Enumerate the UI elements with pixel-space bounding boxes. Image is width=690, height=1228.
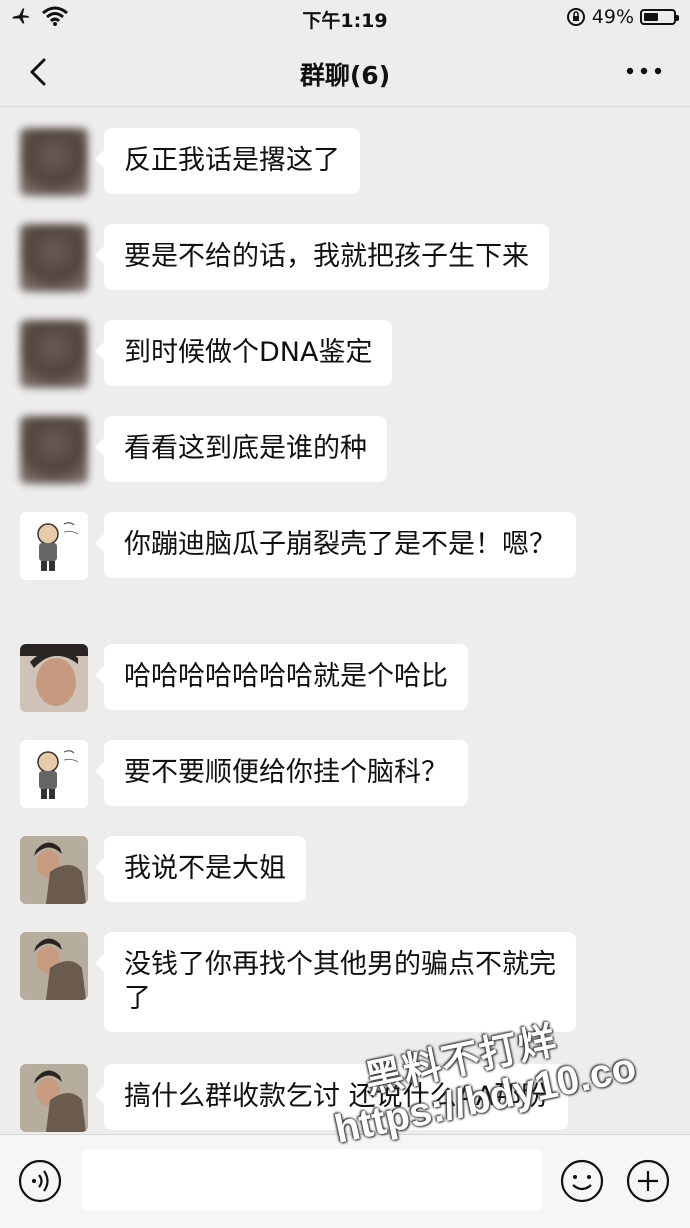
message-bubble[interactable]: 要是不给的话，我就把孩子生下来 — [95, 224, 549, 290]
message-bubble[interactable]: 哈哈哈哈哈哈哈就是个哈比 — [95, 644, 468, 710]
voice-icon[interactable] — [18, 1159, 62, 1203]
message-bubble[interactable]: 反正我话是撂这了 — [95, 128, 360, 194]
blurred-avatar[interactable] — [20, 224, 88, 292]
blurred-avatar[interactable] — [20, 128, 88, 196]
more-icon[interactable] — [624, 56, 664, 86]
man-dog-photo-icon — [20, 932, 88, 1000]
chat-title: 群聊(6) — [299, 61, 391, 90]
orientation-lock-icon — [566, 8, 585, 26]
message-list[interactable]: 反正我话是撂这了 要是不给的话，我就把孩子生下来 到时候做个DNA鉴定 看看这到… — [0, 108, 690, 1134]
message-bubble[interactable]: 看看这到底是谁的种 — [95, 416, 387, 482]
cartoon-avatar[interactable] — [20, 512, 88, 580]
man-avatar[interactable] — [20, 644, 88, 712]
input-bar — [0, 1134, 690, 1228]
blurred-avatar[interactable] — [20, 416, 88, 484]
battery-percent: 49% — [591, 6, 634, 28]
message-bubble[interactable]: 我说不是大姐 — [95, 836, 306, 902]
battery-fill — [644, 13, 658, 21]
emoji-icon[interactable] — [560, 1159, 604, 1203]
message-input[interactable] — [82, 1149, 542, 1211]
message-bubble[interactable]: 没钱了你再找个其他男的骗点不就完了 — [95, 932, 576, 1032]
man-face-icon — [20, 644, 88, 712]
message-bubble[interactable]: 搞什么群收款乞讨 还说什么AA那盼 — [94, 1064, 569, 1130]
man-dog-avatar[interactable] — [20, 836, 88, 904]
blurred-avatar[interactable] — [20, 320, 88, 388]
status-right: 49% — [566, 6, 679, 28]
nav-bar: 群聊(6) — [0, 38, 690, 107]
battery-icon — [640, 9, 679, 25]
man-dog-photo-icon — [20, 836, 88, 904]
man-dog-photo-icon — [20, 1064, 88, 1132]
status-bar: 下午1:19 49% — [0, 0, 690, 38]
cartoon-figure-icon — [37, 522, 79, 571]
plus-icon[interactable] — [626, 1159, 670, 1203]
message-bubble[interactable]: 到时候做个DNA鉴定 — [94, 320, 393, 386]
message-bubble[interactable]: 要不要顺便给你挂个脑科？ — [95, 740, 468, 806]
message-bubble[interactable]: 你蹦迪脑瓜子崩裂壳了是不是！嗯？ — [95, 512, 576, 578]
cartoon-figure-icon — [37, 750, 79, 799]
cartoon-avatar[interactable] — [20, 740, 88, 808]
man-dog-avatar[interactable] — [20, 1064, 88, 1132]
man-dog-avatar[interactable] — [20, 932, 88, 1000]
